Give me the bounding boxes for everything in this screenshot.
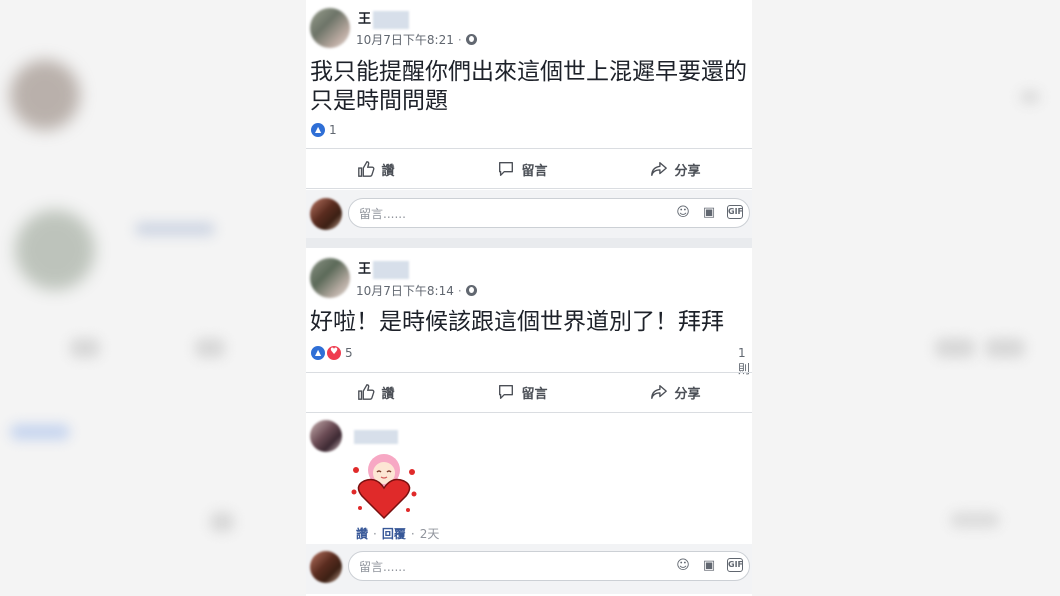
love-reaction-icon bbox=[326, 345, 342, 361]
emoji-icon[interactable]: ☺ bbox=[675, 558, 691, 574]
bg-action-blur bbox=[210, 512, 234, 532]
commenter-name[interactable] bbox=[354, 430, 398, 444]
avatar[interactable] bbox=[310, 8, 350, 48]
post-separator bbox=[306, 238, 752, 248]
bg-avatar-blur bbox=[15, 210, 95, 290]
bg-avatar-blur bbox=[10, 60, 80, 130]
name-blur bbox=[373, 10, 410, 29]
share-label: 分享 bbox=[674, 386, 701, 402]
post-text-line: 只是時間問題 bbox=[310, 88, 448, 114]
comment-icon bbox=[499, 385, 514, 399]
comment-button[interactable]: 留言 bbox=[497, 383, 548, 402]
avatar[interactable] bbox=[310, 198, 342, 230]
author-name[interactable]: 王 bbox=[358, 12, 371, 27]
bg-action-blur bbox=[1020, 90, 1040, 104]
post-author[interactable]: 王 bbox=[358, 258, 410, 279]
author-name[interactable]: 王 bbox=[358, 262, 371, 277]
reaction-count: 5 bbox=[345, 346, 353, 360]
bg-action-blur bbox=[70, 338, 100, 358]
comment-label: 留言 bbox=[521, 386, 548, 402]
comment-reply-link[interactable]: 回覆 bbox=[382, 525, 406, 542]
bg-action-blur bbox=[935, 338, 975, 358]
post-actions: 讚 留言 分享 bbox=[306, 374, 752, 410]
avatar[interactable] bbox=[310, 258, 350, 298]
post-actions: 讚 留言 分享 bbox=[306, 151, 752, 187]
avatar[interactable] bbox=[310, 551, 342, 583]
comment-label: 留言 bbox=[521, 163, 548, 179]
comment-like-link[interactable]: 讚 bbox=[356, 525, 368, 542]
like-button[interactable]: 讚 bbox=[357, 160, 395, 179]
post-meta: 10月7日下午8:14 · bbox=[356, 282, 477, 299]
globe-icon bbox=[465, 34, 477, 45]
comment-icon bbox=[499, 162, 514, 176]
comment-input[interactable]: 留言...... ☺ ▣ GIF bbox=[348, 198, 750, 228]
globe-icon bbox=[465, 285, 477, 296]
like-reaction-icon bbox=[310, 345, 326, 361]
meta-dot: · bbox=[457, 32, 462, 47]
bg-reaction-blur bbox=[10, 424, 70, 440]
post-timestamp[interactable]: 10月7日下午8:21 bbox=[356, 31, 454, 48]
heart-hug-sticker bbox=[351, 454, 417, 520]
dot-separator: · bbox=[373, 526, 377, 541]
meta-dot: · bbox=[457, 283, 462, 298]
bg-text-blur bbox=[135, 222, 215, 236]
like-icon bbox=[358, 161, 375, 177]
like-icon bbox=[358, 384, 375, 400]
like-label: 讚 bbox=[381, 163, 395, 179]
like-button[interactable]: 讚 bbox=[357, 383, 395, 402]
share-icon bbox=[651, 162, 668, 176]
camera-icon[interactable]: ▣ bbox=[701, 205, 717, 221]
comment-placeholder: 留言...... bbox=[359, 206, 406, 221]
reaction-summary[interactable]: 5 bbox=[310, 345, 353, 361]
gif-icon[interactable]: GIF bbox=[727, 205, 743, 219]
comment-button[interactable]: 留言 bbox=[497, 160, 548, 179]
bg-action-blur bbox=[195, 338, 225, 358]
post-text: 好啦！是時候該跟這個世界道別了！拜拜 bbox=[310, 308, 724, 337]
like-reaction-icon bbox=[310, 122, 326, 138]
comment-actions: 讚 · 回覆 · 2天 bbox=[356, 525, 439, 542]
comment-composer: 留言...... ☺ ▣ GIF bbox=[306, 190, 752, 240]
divider bbox=[306, 412, 752, 413]
post-text: 我只能提醒你們出來這個世上混遲早要還的 只是時間問題 bbox=[310, 58, 747, 116]
news-feed: 王 10月7日下午8:21 · 我只能提醒你們出來這個世上混遲早要還的 只是時間… bbox=[306, 0, 752, 596]
post-timestamp[interactable]: 10月7日下午8:14 bbox=[356, 282, 454, 299]
share-button[interactable]: 分享 bbox=[650, 160, 701, 179]
reaction-summary[interactable]: 1 bbox=[310, 122, 337, 138]
divider bbox=[306, 372, 752, 373]
divider bbox=[306, 148, 752, 149]
share-icon bbox=[651, 385, 668, 399]
post: 王 10月7日下午8:14 · 好啦！是時候該跟這個世界道別了！拜拜 5 1則 … bbox=[306, 248, 752, 596]
comment-input-icons: ☺ ▣ GIF bbox=[675, 558, 743, 574]
dot-separator: · bbox=[410, 526, 415, 541]
comment-input[interactable]: 留言...... ☺ ▣ GIF bbox=[348, 551, 750, 581]
gif-icon[interactable]: GIF bbox=[727, 558, 743, 572]
divider bbox=[306, 188, 752, 189]
post: 王 10月7日下午8:21 · 我只能提醒你們出來這個世上混遲早要還的 只是時間… bbox=[306, 0, 752, 248]
comment-input-icons: ☺ ▣ GIF bbox=[675, 205, 743, 221]
commenter-avatar[interactable] bbox=[310, 420, 342, 452]
reaction-count: 1 bbox=[329, 123, 337, 137]
share-label: 分享 bbox=[674, 163, 701, 179]
emoji-icon[interactable]: ☺ bbox=[675, 205, 691, 221]
camera-icon[interactable]: ▣ bbox=[701, 558, 717, 574]
post-text-line: 好啦！是時候該跟這個世界道別了！拜拜 bbox=[310, 309, 724, 335]
post-text-line: 我只能提醒你們出來這個世上混遲早要還的 bbox=[310, 59, 747, 85]
comment-composer: 留言...... ☺ ▣ GIF bbox=[306, 544, 752, 594]
comment-time[interactable]: 2天 bbox=[420, 525, 440, 542]
share-button[interactable]: 分享 bbox=[650, 383, 701, 402]
post-meta: 10月7日下午8:21 · bbox=[356, 31, 477, 48]
bg-action-blur bbox=[985, 338, 1025, 358]
like-label: 讚 bbox=[381, 386, 395, 402]
comment-placeholder: 留言...... bbox=[359, 559, 406, 574]
name-blur bbox=[373, 260, 410, 279]
bg-action-blur bbox=[950, 512, 1000, 528]
post-author[interactable]: 王 bbox=[358, 8, 410, 29]
